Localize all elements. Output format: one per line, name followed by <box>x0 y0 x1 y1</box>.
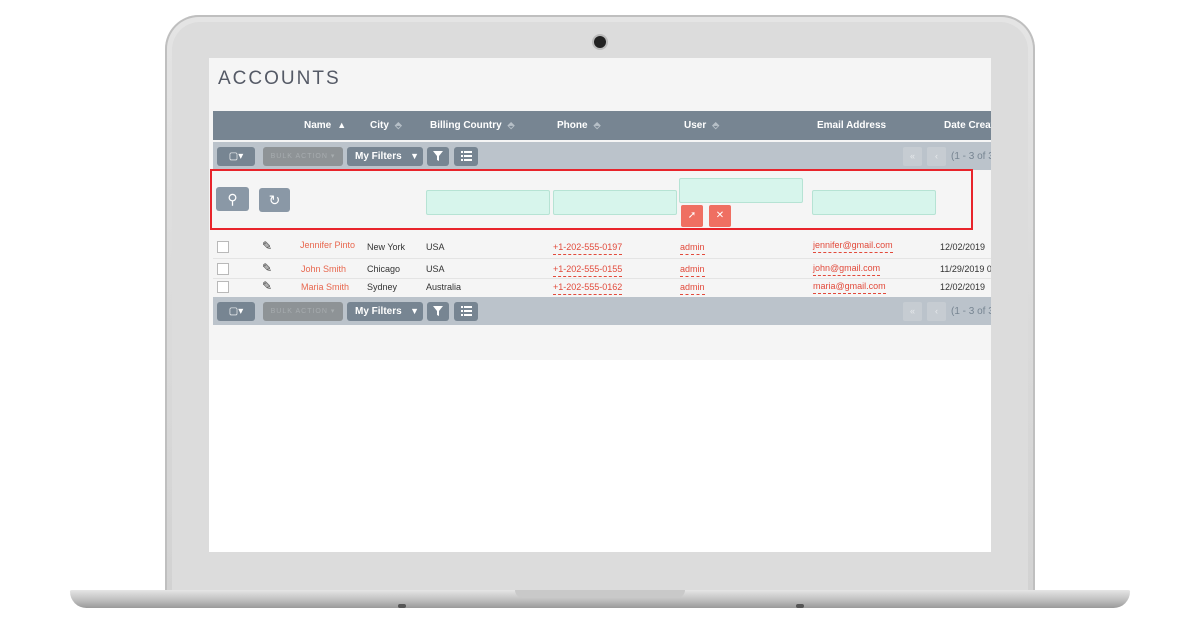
row-divider <box>213 258 991 259</box>
column-header-billing-country[interactable]: Billing Country ⬘ <box>430 111 515 140</box>
user-link[interactable]: admin <box>680 262 705 277</box>
search-icon: ⚲ <box>227 191 238 207</box>
city-cell: Sydney <box>367 282 398 292</box>
list-icon <box>460 151 472 161</box>
filter-button[interactable] <box>427 302 449 321</box>
sort-icon[interactable]: ⬘ <box>508 111 515 140</box>
column-chooser-button[interactable] <box>454 302 478 321</box>
my-filters-dropdown[interactable]: My Filters ▼ <box>347 147 423 166</box>
bulk-action-button[interactable]: BULK ACTION ▾ <box>263 147 343 166</box>
cursor-arrow-icon: ➚ <box>687 210 697 221</box>
laptop-foot <box>398 604 406 608</box>
column-header-user[interactable]: User ⬘ <box>684 111 719 140</box>
clear-user-button[interactable]: ✕ <box>709 205 731 227</box>
table-header: Name ▲ City ⬘ Billing Country ⬘ Phone ⬘ User… <box>213 111 991 140</box>
my-filters-label: My Filters <box>355 306 402 317</box>
pager-count: (1 - 3 of 3) <box>951 151 991 162</box>
account-name-link[interactable]: Maria Smith <box>301 280 349 294</box>
reset-button[interactable]: ↻ <box>259 188 290 212</box>
row-checkbox[interactable] <box>217 263 229 275</box>
phone-filter-input[interactable] <box>553 190 677 215</box>
sort-icon[interactable]: ⬘ <box>395 111 402 140</box>
list-toolbar-bottom: ▢▾ BULK ACTION ▾ My Filters ▼ « ‹ (1 - 3… <box>213 297 991 325</box>
column-header-name[interactable]: Name ▲ <box>304 111 346 140</box>
column-label: User <box>684 120 707 131</box>
close-icon: ✕ <box>715 210 725 221</box>
my-filters-label: My Filters <box>355 151 402 162</box>
page-title: ACCOUNTS <box>218 68 341 89</box>
select-user-button[interactable]: ➚ <box>681 205 703 227</box>
search-button[interactable]: ⚲ <box>216 187 249 211</box>
date-created-cell: 12/02/2019 <box>940 242 986 252</box>
my-filters-dropdown[interactable]: My Filters ▼ <box>347 302 423 321</box>
pager-first-button[interactable]: « <box>903 147 922 166</box>
row-checkbox[interactable] <box>217 241 229 253</box>
column-header-date-created[interactable]: Date Creat <box>944 111 991 140</box>
phone-link[interactable]: +1-202-555-0162 <box>553 280 623 295</box>
pager-prev-button[interactable]: ‹ <box>927 302 946 321</box>
sort-ascending-icon[interactable]: ▲ <box>337 111 346 140</box>
pager-first-button[interactable]: « <box>903 302 922 321</box>
pager-count: (1 - 3 of 3) <box>951 306 991 317</box>
column-label: Email Address <box>817 120 887 131</box>
email-link[interactable]: maria@gmail.com <box>813 279 886 294</box>
phone-link[interactable]: +1-202-555-0155 <box>553 262 623 277</box>
city-cell: New York <box>367 242 406 252</box>
country-cell: Australia <box>426 282 462 292</box>
date-created-cell: 11/29/2019 0 <box>940 264 991 274</box>
laptop-foot <box>796 604 804 608</box>
column-header-city[interactable]: City ⬘ <box>370 111 402 140</box>
column-label: City <box>370 120 389 131</box>
camera-icon <box>594 36 606 48</box>
chevron-down-icon: ▼ <box>410 151 419 161</box>
date-created-cell: 12/02/2019 <box>940 282 986 292</box>
edit-icon[interactable]: ✎ <box>262 261 272 275</box>
funnel-icon <box>433 151 443 161</box>
pager-prev-button[interactable]: ‹ <box>927 147 946 166</box>
search-filter-panel: ⚲ ↻ ➚ ✕ <box>210 169 973 230</box>
refresh-icon: ↻ <box>268 192 281 208</box>
column-header-email-address[interactable]: Email Address <box>817 111 886 140</box>
chevron-down-icon: ▼ <box>410 306 419 316</box>
email-link[interactable]: jennifer@gmail.com <box>813 238 893 253</box>
user-link[interactable]: admin <box>680 240 705 255</box>
column-label: Billing Country <box>430 120 502 131</box>
column-label: Phone <box>557 120 588 131</box>
column-label: Date Creat <box>944 120 991 131</box>
column-label: Name <box>304 120 332 131</box>
select-dropdown-button[interactable]: ▢▾ <box>217 147 255 166</box>
laptop-notch <box>515 590 685 598</box>
city-cell: Chicago <box>367 264 401 274</box>
edit-icon[interactable]: ✎ <box>262 239 272 253</box>
account-name-link[interactable]: John Smith <box>301 262 346 276</box>
billing-country-filter-input[interactable] <box>426 190 550 215</box>
user-link[interactable]: admin <box>680 280 705 295</box>
select-dropdown-button[interactable]: ▢▾ <box>217 302 255 321</box>
account-name-link[interactable]: Jennifer Pinto <box>300 238 355 252</box>
list-toolbar-top: ▢▾ BULK ACTION ▾ My Filters ▼ « ‹ (1 - 3… <box>213 142 991 170</box>
country-cell: USA <box>426 264 445 274</box>
column-chooser-button[interactable] <box>454 147 478 166</box>
country-cell: USA <box>426 242 445 252</box>
filter-button[interactable] <box>427 147 449 166</box>
funnel-icon <box>433 306 443 316</box>
row-checkbox[interactable] <box>217 281 229 293</box>
email-filter-input[interactable] <box>812 190 936 215</box>
phone-link[interactable]: +1-202-555-0197 <box>553 240 623 255</box>
list-icon <box>460 306 472 316</box>
email-link[interactable]: john@gmail.com <box>813 261 881 276</box>
sort-icon[interactable]: ⬘ <box>712 111 719 140</box>
sort-icon[interactable]: ⬘ <box>594 111 601 140</box>
column-header-phone[interactable]: Phone ⬘ <box>557 111 600 140</box>
edit-icon[interactable]: ✎ <box>262 279 272 293</box>
laptop-screen: ACCOUNTS Name ▲ City ⬘ Billing Country ⬘ Ph… <box>209 58 991 552</box>
accounts-list-view: ACCOUNTS Name ▲ City ⬘ Billing Country ⬘ Ph… <box>209 58 991 360</box>
user-filter-input[interactable] <box>679 178 803 203</box>
bulk-action-button[interactable]: BULK ACTION ▾ <box>263 302 343 321</box>
